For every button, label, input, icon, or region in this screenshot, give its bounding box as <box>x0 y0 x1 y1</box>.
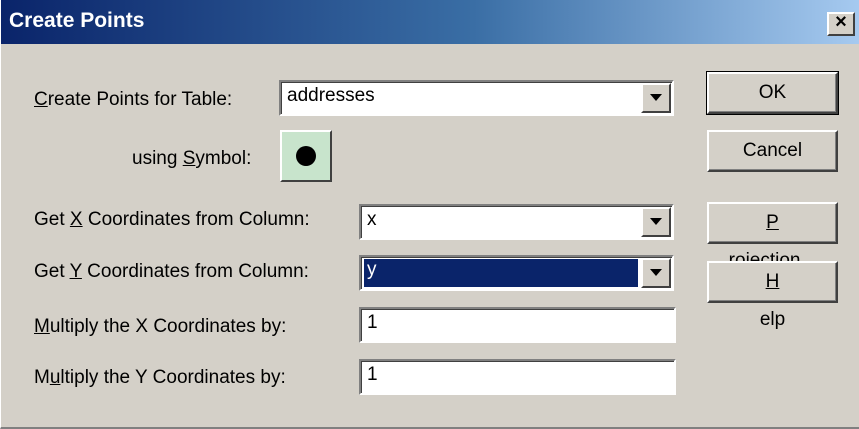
symbol-button[interactable] <box>280 130 332 182</box>
x-column-select[interactable]: x <box>359 204 674 240</box>
multiply-y-label: Multiply the Y Coordinates by: <box>34 367 286 388</box>
table-select-value: addresses <box>287 85 375 106</box>
table-select[interactable]: addresses <box>279 80 674 116</box>
x-column-dropdown-button[interactable] <box>641 207 671 237</box>
y-column-value: y <box>364 259 638 287</box>
chevron-down-icon <box>650 269 662 276</box>
close-icon: × <box>835 11 847 33</box>
y-column-dropdown-button[interactable] <box>641 258 671 288</box>
cancel-button-label: Cancel <box>742 140 803 161</box>
x-column-label: Get X Coordinates from Column: <box>34 209 310 230</box>
cancel-button[interactable]: Cancel <box>707 130 838 172</box>
multiply-x-input[interactable]: 1 <box>359 307 676 343</box>
close-button[interactable]: × <box>827 11 855 36</box>
y-column-label: Get Y Coordinates from Column: <box>34 261 309 282</box>
multiply-x-label: Multiply the X Coordinates by: <box>34 316 287 337</box>
symbol-label: using Symbol: <box>132 148 252 169</box>
filled-circle-icon <box>296 146 316 166</box>
ok-button-label: OK <box>758 82 787 103</box>
multiply-x-value: 1 <box>367 312 378 333</box>
ok-button[interactable]: OK <box>706 71 839 115</box>
chevron-down-icon <box>650 218 662 225</box>
multiply-y-input[interactable]: 1 <box>359 359 676 395</box>
y-column-select[interactable]: y <box>359 255 674 291</box>
table-label: Create Points for Table: <box>34 89 233 110</box>
multiply-y-value: 1 <box>367 364 378 385</box>
help-button-label: Help <box>759 271 786 330</box>
table-dropdown-button[interactable] <box>641 83 671 113</box>
projection-button[interactable]: Projection... <box>707 202 838 271</box>
help-button[interactable]: Help <box>707 261 838 330</box>
chevron-down-icon <box>650 94 662 101</box>
dialog-title: Create Points <box>9 9 145 32</box>
x-column-value: x <box>367 209 377 230</box>
create-points-dialog: Create Points × Create Points for Table:… <box>0 0 859 429</box>
title-bar: Create Points × <box>1 0 859 44</box>
